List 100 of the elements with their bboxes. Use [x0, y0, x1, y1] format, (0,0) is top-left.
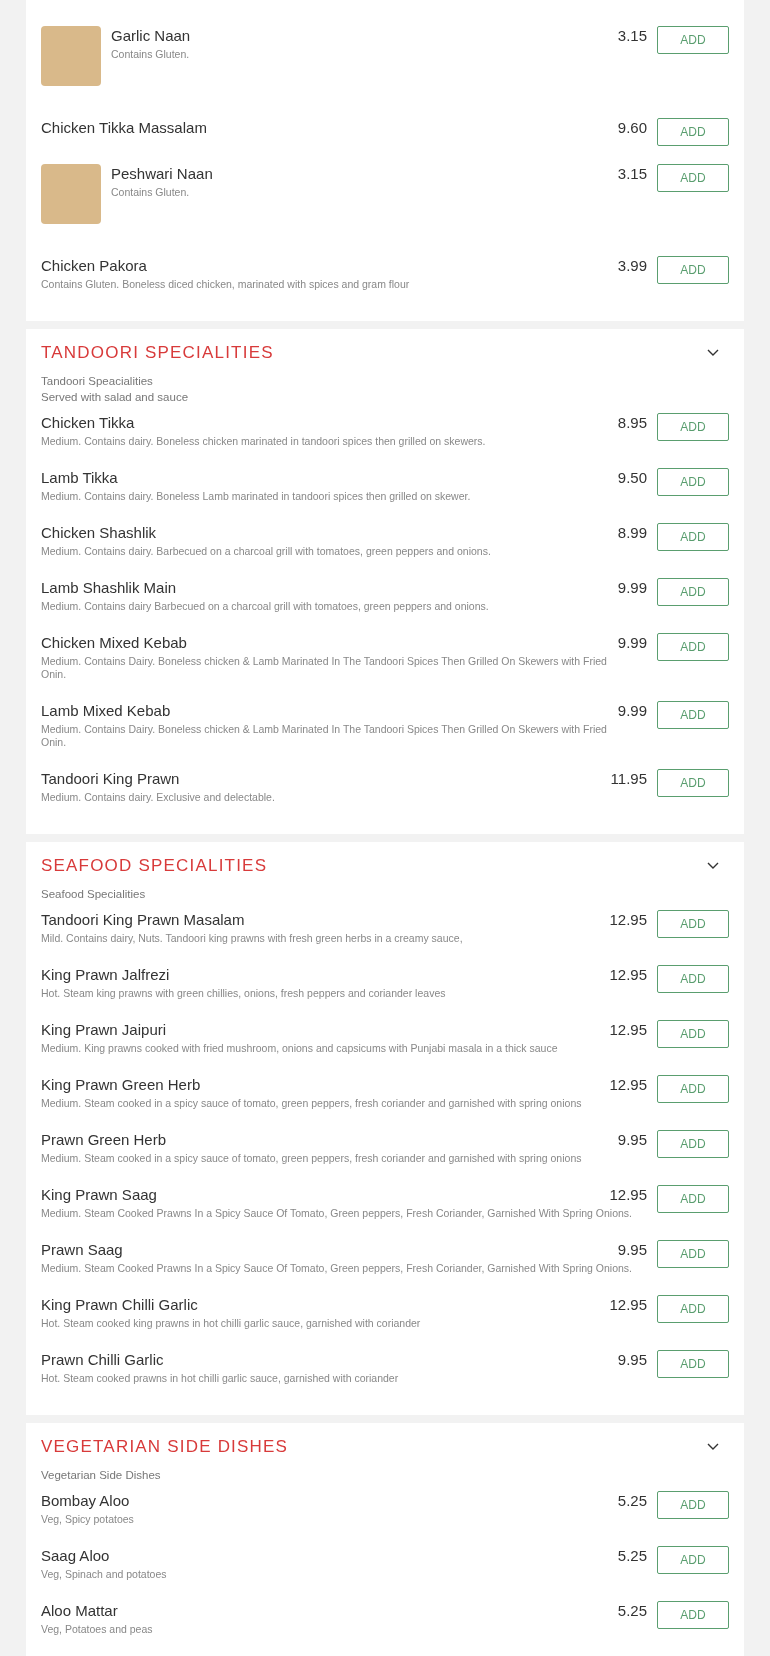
- dish-description: Medium. Contains dairy. Boneless Lamb marinated in tandoori spices then grilled on skewer.: [41, 490, 472, 503]
- dish-name: Aloo Mattar: [41, 1601, 118, 1621]
- dish-description: Medium. Contains Dairy. Boneless chicken & Lamb Marinated In The Tandoori Spices Then Grilled On Skewers with Fried Onin.: [41, 655, 608, 681]
- dish-name: King Prawn Saag: [41, 1185, 157, 1205]
- dish-name: Lamb Tikka: [41, 468, 118, 488]
- dish-name: Prawn Green Herb: [41, 1130, 167, 1150]
- add-button[interactable]: ADD: [657, 1601, 729, 1629]
- dish-name: King Prawn Chilli Garlic: [41, 1295, 198, 1315]
- dish-name: Prawn Saag: [41, 1240, 123, 1260]
- dish-name: Tandoori King Prawn: [41, 769, 180, 789]
- dish-name: King Prawn Jaipuri: [41, 1020, 167, 1040]
- section-title: TANDOORI SPECIALITIES: [41, 343, 274, 363]
- dish-price: 9.95: [617, 1130, 647, 1150]
- dish-name: Saag Aloo: [41, 1546, 110, 1566]
- dish-name: Peshwari Naan: [111, 164, 213, 184]
- add-button[interactable]: ADD: [657, 633, 729, 661]
- dish-name: Chicken Shashlik: [41, 523, 157, 543]
- dish-name: Bombay Aloo: [41, 1491, 130, 1511]
- add-button[interactable]: ADD: [657, 118, 729, 146]
- dish-description: Hot. Steam cooked king prawns in hot chilli garlic sauce, garnished with coriander: [41, 1317, 422, 1330]
- dish-price: 5.25: [617, 1491, 647, 1511]
- dish-price: 12.95: [609, 965, 647, 985]
- dish-price: 5.25: [617, 1601, 647, 1621]
- section-title: SEAFOOD SPECIALITIES: [41, 856, 268, 876]
- dish-price: 8.95: [617, 413, 647, 433]
- section-title: VEGETARIAN SIDE DISHES: [41, 1437, 289, 1457]
- add-button[interactable]: ADD: [657, 413, 729, 441]
- dish-price: 9.99: [617, 578, 647, 598]
- dish-price: 9.95: [617, 1240, 647, 1260]
- dish-description: Veg, Potatoes and peas: [41, 1623, 154, 1636]
- dish-name: Chicken Tikka: [41, 413, 135, 433]
- dish-price: 11.95: [610, 769, 647, 789]
- dish-name: Chicken Mixed Kebab: [41, 633, 187, 653]
- add-button[interactable]: ADD: [657, 965, 729, 993]
- dish-price: 12.95: [609, 1020, 647, 1040]
- dish-price: 12.95: [609, 1185, 647, 1205]
- dish-price: 3.15: [617, 26, 647, 46]
- dish-description: Veg, Spinach and potatoes: [41, 1568, 168, 1581]
- dish-name: Prawn Chilli Garlic: [41, 1350, 164, 1370]
- add-button[interactable]: ADD: [657, 1130, 729, 1158]
- add-button[interactable]: ADD: [657, 578, 729, 606]
- dish-price: 3.99: [617, 256, 647, 276]
- dish-description: Contains Gluten.: [111, 48, 191, 61]
- dish-name: Garlic Naan: [111, 26, 191, 46]
- dish-description: Medium. Steam Cooked Prawns In a Spicy Sauce Of Tomato, Green peppers, Fresh Coriander, Garnished With Spring Onions.: [41, 1262, 633, 1275]
- dish-price: 12.95: [609, 1295, 647, 1315]
- add-button[interactable]: ADD: [657, 1185, 729, 1213]
- add-button[interactable]: ADD: [657, 1020, 729, 1048]
- add-button[interactable]: ADD: [657, 1075, 729, 1103]
- dish-name: Chicken Pakora: [41, 256, 147, 276]
- dish-price: 12.95: [609, 910, 647, 930]
- section-note: Vegetarian Side Dishes: [41, 1468, 162, 1483]
- dish-price: 9.50: [617, 468, 647, 488]
- dish-description: Medium. Contains dairy. Barbecued on a charcoal grill with tomatoes, green peppers and onions.: [41, 545, 492, 558]
- dish-price: 12.95: [609, 1075, 647, 1095]
- dish-name: King Prawn Jalfrezi: [41, 965, 170, 985]
- dish-description: Medium. Steam cooked in a spicy sauce of tomato, green peppers, fresh coriander and garnished with spring onions: [41, 1097, 583, 1110]
- add-button[interactable]: ADD: [657, 26, 729, 54]
- add-button[interactable]: ADD: [657, 1240, 729, 1268]
- dish-description: Contains Gluten. Boneless diced chicken, marinated with spices and gram flour: [41, 278, 411, 291]
- add-button[interactable]: ADD: [657, 769, 729, 797]
- section-note: Served with salad and sauce: [41, 390, 190, 405]
- dish-name: Chicken Tikka Massalam: [41, 118, 207, 138]
- chevron-down-icon[interactable]: [707, 862, 719, 870]
- dish-price: 8.99: [617, 523, 647, 543]
- dish-description: Medium. Contains Dairy. Boneless chicken & Lamb Marinated In The Tandoori Spices Then Grilled On Skewers with Fried Onin.: [41, 723, 608, 749]
- dish-name: Lamb Shashlik Main: [41, 578, 177, 598]
- add-button[interactable]: ADD: [657, 1350, 729, 1378]
- dish-price: 3.15: [617, 164, 647, 184]
- dish-name: King Prawn Green Herb: [41, 1075, 201, 1095]
- dish-description: Contains Gluten.: [111, 186, 191, 199]
- chevron-down-icon[interactable]: [707, 1443, 719, 1451]
- dish-price: 5.25: [617, 1546, 647, 1566]
- add-button[interactable]: ADD: [657, 468, 729, 496]
- dish-description: Medium. King prawns cooked with fried mushroom, onions and capsicums with Punjabi masala in a thick sauce: [41, 1042, 559, 1055]
- dish-name: Tandoori King Prawn Masalam: [41, 910, 245, 930]
- add-button[interactable]: ADD: [657, 1491, 729, 1519]
- dish-description: Medium. Steam Cooked Prawns In a Spicy Sauce Of Tomato, Green peppers, Fresh Coriander, Garnished With Spring Onions.: [41, 1207, 633, 1220]
- dish-price: 9.99: [617, 701, 647, 721]
- dish-price: 9.95: [617, 1350, 647, 1370]
- dish-price: 9.99: [617, 633, 647, 653]
- add-button[interactable]: ADD: [657, 256, 729, 284]
- dish-description: Hot. Steam king prawns with green chillies, onions, fresh peppers and coriander leaves: [41, 987, 447, 1000]
- dish-description: Medium. Contains dairy Barbecued on a charcoal grill with tomatoes, green peppers and onions.: [41, 600, 490, 613]
- dish-description: Medium. Contains dairy. Boneless chicken marinated in tandoori spices then grilled on skewers.: [41, 435, 487, 448]
- dish-description: Hot. Steam cooked prawns in hot chilli garlic sauce, garnished with coriander: [41, 1372, 400, 1385]
- chevron-down-icon[interactable]: [707, 349, 719, 357]
- dish-description: Medium. Steam cooked in a spicy sauce of tomato, green peppers, fresh coriander and garnished with spring onions: [41, 1152, 583, 1165]
- add-button[interactable]: ADD: [657, 1295, 729, 1323]
- add-button[interactable]: ADD: [657, 1546, 729, 1574]
- dish-description: Mild. Contains dairy, Nuts. Tandoori king prawns with fresh green herbs in a creamy sauce,: [41, 932, 464, 945]
- add-button[interactable]: ADD: [657, 910, 729, 938]
- add-button[interactable]: ADD: [657, 164, 729, 192]
- dish-description: Veg, Spicy potatoes: [41, 1513, 135, 1526]
- add-button[interactable]: ADD: [657, 523, 729, 551]
- section-note: Tandoori Speacialities: [41, 374, 154, 389]
- dish-description: Medium. Contains dairy. Exclusive and delectable.: [41, 791, 276, 804]
- dish-name: Lamb Mixed Kebab: [41, 701, 171, 721]
- section-note: Seafood Specialities: [41, 887, 147, 902]
- add-button[interactable]: ADD: [657, 701, 729, 729]
